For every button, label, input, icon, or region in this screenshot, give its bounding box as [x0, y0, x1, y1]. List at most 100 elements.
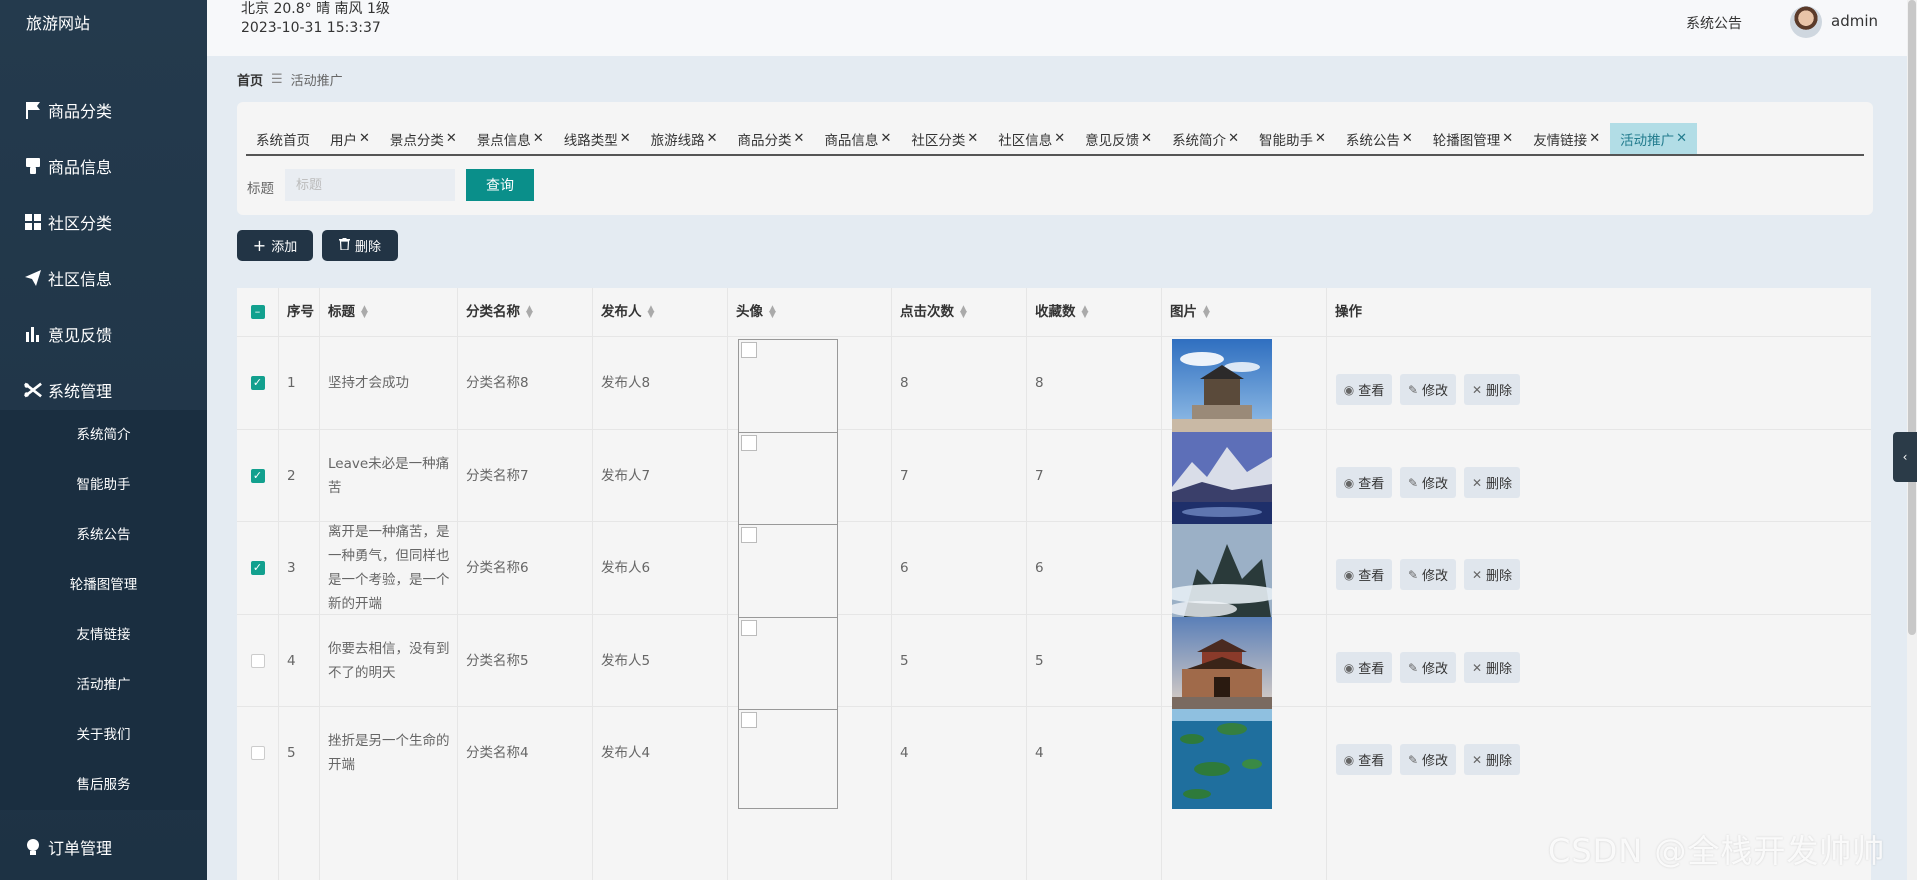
submenu-item-carousel[interactable]: 轮播图管理	[0, 563, 207, 603]
sort-icon[interactable]: ▲ ▼	[769, 305, 776, 320]
close-icon[interactable]: ✕	[1502, 131, 1513, 146]
close-icon[interactable]: ✕	[620, 131, 631, 146]
select-all-checkbox[interactable]: –	[250, 305, 265, 319]
sidebar-item-system-management[interactable]: 系统管理	[0, 370, 207, 410]
delete-row-button[interactable]: ✕ 删除	[1464, 374, 1520, 405]
sidebar-item-product-info[interactable]: 商品信息	[0, 146, 207, 186]
close-icon[interactable]: ✕	[1228, 131, 1239, 146]
sort-icon[interactable]: ▲ ▼	[960, 305, 967, 320]
batch-delete-button[interactable]: 删除	[322, 230, 398, 261]
column-header[interactable]: 点击次数 ▲ ▼	[900, 288, 967, 336]
row-index: 1	[287, 374, 296, 391]
notice-link[interactable]: 系统公告	[1686, 13, 1742, 33]
edit-row-button[interactable]: ✎ 修改	[1400, 467, 1456, 498]
tab-item[interactable]: 景点信息 ✕	[467, 123, 554, 154]
add-button[interactable]: + 添加	[237, 230, 313, 261]
close-icon[interactable]: ✕	[533, 131, 544, 146]
close-icon[interactable]: ✕	[707, 131, 718, 146]
tab-item[interactable]: 活动推广 ✕	[1610, 123, 1697, 154]
edit-row-button[interactable]: ✎ 修改	[1400, 559, 1456, 590]
tab-item[interactable]: 意见反馈 ✕	[1075, 123, 1162, 154]
close-icon[interactable]: ✕	[794, 131, 805, 146]
close-icon[interactable]: ✕	[967, 131, 978, 146]
sidebar-item-community-category[interactable]: 社区分类	[0, 202, 207, 242]
sidebar-item-feedback[interactable]: 意见反馈	[0, 314, 207, 354]
tab-item[interactable]: 商品信息 ✕	[814, 123, 901, 154]
view-row-button[interactable]: ◉ 查看	[1336, 374, 1392, 405]
close-icon[interactable]: ✕	[446, 131, 457, 146]
close-icon[interactable]: ✕	[1054, 131, 1065, 146]
view-label: 查看	[1358, 569, 1385, 584]
delete-row-button[interactable]: ✕ 删除	[1464, 467, 1520, 498]
tab-item[interactable]: 线路类型 ✕	[554, 123, 641, 154]
row-checkbox[interactable]: ✓	[250, 375, 265, 390]
close-icon: ✕	[1471, 752, 1483, 767]
submenu-item-announcement[interactable]: 系统公告	[0, 513, 207, 553]
sort-icon[interactable]: ▲ ▼	[526, 305, 533, 320]
tab-item[interactable]: 系统公告 ✕	[1336, 123, 1423, 154]
row-checkbox[interactable]	[250, 653, 265, 668]
submenu-item-after-sales[interactable]: 售后服务	[0, 763, 207, 803]
sort-icon[interactable]: ▲ ▼	[361, 305, 368, 320]
close-icon[interactable]: ✕	[880, 131, 891, 146]
close-icon[interactable]: ✕	[359, 131, 370, 146]
collapse-toggle-button[interactable]: ‹	[1893, 432, 1917, 482]
edit-row-button[interactable]: ✎ 修改	[1400, 374, 1456, 405]
row-checkbox[interactable]: ✓	[250, 560, 265, 575]
tab-item[interactable]: 智能助手 ✕	[1249, 123, 1336, 154]
tab-item[interactable]: 景点分类 ✕	[380, 123, 467, 154]
username[interactable]: admin	[1831, 12, 1878, 30]
sort-icon[interactable]: ▲ ▼	[1082, 305, 1089, 320]
column-header[interactable]: 收藏数 ▲ ▼	[1035, 288, 1088, 336]
view-row-button[interactable]: ◉ 查看	[1336, 652, 1392, 683]
submenu-item-system-intro[interactable]: 系统简介	[0, 413, 207, 453]
tab-item[interactable]: 系统首页	[246, 123, 320, 154]
column-divider	[1326, 288, 1327, 880]
title-search-input[interactable]	[285, 169, 455, 201]
sort-icon[interactable]: ▲ ▼	[648, 305, 655, 320]
close-icon[interactable]: ✕	[1589, 131, 1600, 146]
delete-row-button[interactable]: ✕ 删除	[1464, 744, 1520, 775]
sidebar-item-product-category[interactable]: 商品分类	[0, 90, 207, 130]
sidebar-item-community-info[interactable]: 社区信息	[0, 258, 207, 298]
avatar-image-broken	[738, 339, 838, 439]
tab-item[interactable]: 友情链接 ✕	[1523, 123, 1610, 154]
close-icon[interactable]: ✕	[1402, 131, 1413, 146]
tab-item[interactable]: 轮播图管理 ✕	[1423, 123, 1523, 154]
tab-item[interactable]: 社区分类 ✕	[901, 123, 988, 154]
sidebar-item-order-management[interactable]: 订单管理	[0, 827, 207, 867]
view-row-button[interactable]: ◉ 查看	[1336, 559, 1392, 590]
tab-item[interactable]: 系统简介 ✕	[1162, 123, 1249, 154]
edit-row-button[interactable]: ✎ 修改	[1400, 744, 1456, 775]
column-header[interactable]: 标题 ▲ ▼	[328, 288, 368, 336]
breadcrumb-home[interactable]: 首页	[237, 70, 263, 89]
submenu-item-about-us[interactable]: 关于我们	[0, 713, 207, 753]
column-header[interactable]: 头像 ▲ ▼	[736, 288, 776, 336]
edit-row-button[interactable]: ✎ 修改	[1400, 652, 1456, 683]
row-checkbox[interactable]: ✓	[250, 468, 265, 483]
weather-info: 北京 20.8° 晴 南风 1级 2023-10-31 15:3:37	[241, 0, 390, 38]
query-button[interactable]: 查询	[466, 169, 534, 201]
delete-row-button[interactable]: ✕ 删除	[1464, 652, 1520, 683]
tab-item[interactable]: 商品分类 ✕	[728, 123, 815, 154]
row-photo	[1172, 709, 1272, 809]
submenu-item-friend-links[interactable]: 友情链接	[0, 613, 207, 653]
view-row-button[interactable]: ◉ 查看	[1336, 744, 1392, 775]
tab-item[interactable]: 用户 ✕	[320, 123, 380, 154]
close-icon[interactable]: ✕	[1676, 131, 1687, 146]
avatar[interactable]	[1790, 6, 1822, 38]
submenu-item-promotion[interactable]: 活动推广	[0, 663, 207, 703]
close-icon[interactable]: ✕	[1141, 131, 1152, 146]
view-row-button[interactable]: ◉ 查看	[1336, 467, 1392, 498]
delete-row-button[interactable]: ✕ 删除	[1464, 559, 1520, 590]
column-header[interactable]: 图片 ▲ ▼	[1170, 288, 1210, 336]
submenu-item-smart-assistant[interactable]: 智能助手	[0, 463, 207, 503]
tab-item[interactable]: 旅游线路 ✕	[641, 123, 728, 154]
tab-item[interactable]: 社区信息 ✕	[988, 123, 1075, 154]
column-header[interactable]: 发布人 ▲ ▼	[601, 288, 654, 336]
sort-icon[interactable]: ▲ ▼	[1203, 305, 1210, 320]
scrollbar-thumb[interactable]	[1908, 0, 1916, 635]
row-checkbox[interactable]	[250, 745, 265, 760]
close-icon[interactable]: ✕	[1315, 131, 1326, 146]
column-header[interactable]: 分类名称 ▲ ▼	[466, 288, 533, 336]
